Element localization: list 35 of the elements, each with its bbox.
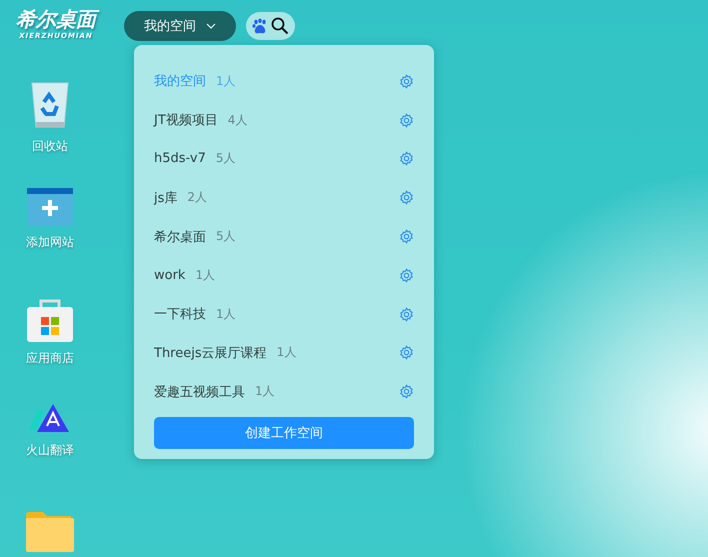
member-count: 1人 xyxy=(255,383,275,400)
settings-icon[interactable] xyxy=(399,151,414,166)
settings-icon[interactable] xyxy=(399,190,414,206)
space-name[interactable]: Threejs云展厅课程 xyxy=(154,344,267,362)
space-name[interactable]: 爱趣五视频工具 xyxy=(154,382,245,401)
space-name[interactable]: 希尔桌面 xyxy=(154,228,206,246)
space-switcher[interactable]: 我的空间 xyxy=(124,11,236,41)
member-count: 1人 xyxy=(276,344,296,362)
member-count: 5人 xyxy=(216,150,236,168)
member-count: 5人 xyxy=(216,228,236,246)
member-count: 2人 xyxy=(187,189,208,206)
member-count: 1人 xyxy=(216,306,236,323)
settings-icon[interactable] xyxy=(399,268,414,283)
search-pill[interactable] xyxy=(246,12,295,40)
settings-icon[interactable] xyxy=(399,306,414,322)
translate-icon xyxy=(29,404,71,434)
settings-icon[interactable] xyxy=(399,229,414,244)
member-count: 1人 xyxy=(216,72,236,90)
space-name[interactable]: h5ds-v7 xyxy=(154,151,206,166)
recycle-bin-icon xyxy=(30,80,70,130)
space-name[interactable]: 一下科技 xyxy=(154,305,206,324)
paw-icon xyxy=(252,18,268,34)
search-icon[interactable] xyxy=(271,17,289,35)
folder-icon xyxy=(26,512,74,552)
settings-icon[interactable] xyxy=(399,112,414,128)
chevron-icon xyxy=(206,23,216,29)
space-name[interactable]: work xyxy=(154,268,186,283)
member-count: 1人 xyxy=(195,266,216,284)
settings-icon[interactable] xyxy=(399,74,414,89)
space-name[interactable]: js库 xyxy=(154,188,178,207)
settings-icon[interactable] xyxy=(399,345,414,360)
member-count: 4人 xyxy=(228,112,248,129)
add-website-icon xyxy=(27,188,73,226)
space-name[interactable]: JT视频项目 xyxy=(154,111,218,130)
settings-icon[interactable] xyxy=(399,384,414,400)
